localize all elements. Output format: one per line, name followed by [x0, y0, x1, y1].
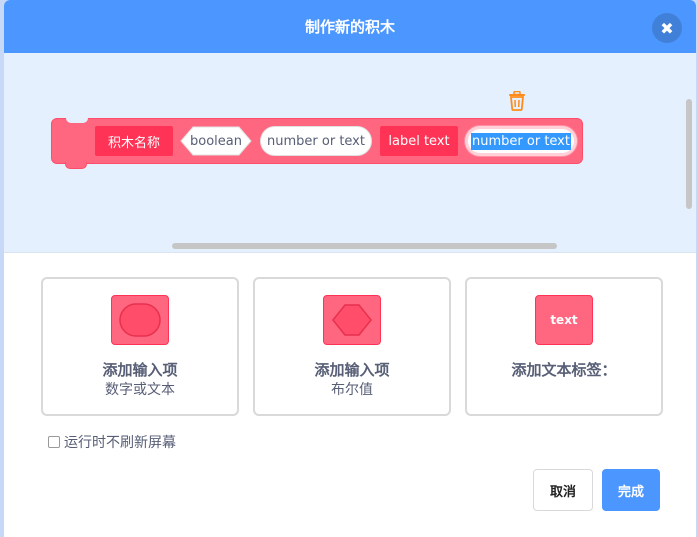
custom-block-preview: 积木名称 boolean number or text label text n…	[51, 118, 583, 169]
close-icon: ✖	[660, 18, 674, 38]
block-notch	[66, 118, 88, 123]
make-block-dialog: 制作新的积木 ✖ 积木名称 boolean number or text lab…	[4, 0, 696, 537]
ok-button[interactable]: 完成	[602, 469, 660, 511]
option-subtitle: 数字或文本	[105, 382, 175, 398]
option-title: 添加文本标签：	[511, 361, 617, 379]
horizontal-scrollbar[interactable]	[172, 243, 557, 249]
selected-input-text: number or text	[471, 132, 571, 150]
active-number-or-text-input[interactable]: number or text	[465, 126, 577, 156]
text-label-icon: text	[535, 295, 593, 345]
boolean-input-shape	[332, 304, 372, 336]
add-number-text-input-option[interactable]: 添加输入项 数字或文本	[41, 277, 239, 416]
label-text-field[interactable]: label text	[380, 126, 458, 156]
run-without-refresh-row[interactable]: 运行时不刷新屏幕	[48, 432, 176, 452]
option-title: 添加输入项	[102, 361, 178, 379]
number-or-text-label: number or text	[267, 133, 365, 149]
number-or-text-input[interactable]: number or text	[260, 126, 372, 156]
boolean-input-label: boolean	[190, 133, 242, 149]
boolean-input-icon	[323, 295, 381, 345]
add-text-label-option[interactable]: text 添加文本标签：	[465, 277, 663, 416]
run-without-refresh-checkbox[interactable]	[48, 436, 60, 448]
option-title: 添加输入项	[314, 361, 390, 379]
block-tab	[65, 162, 87, 169]
block-preview-workspace: 积木名称 boolean number or text label text n…	[4, 53, 696, 253]
add-boolean-input-option[interactable]: 添加输入项 布尔值	[253, 277, 451, 416]
vertical-scrollbar[interactable]	[686, 99, 692, 209]
run-without-refresh-label: 运行时不刷新屏幕	[64, 435, 176, 451]
option-subtitle: 布尔值	[331, 382, 373, 398]
add-options: 添加输入项 数字或文本 添加输入项 布尔值 text 添加文本标签：	[41, 277, 663, 416]
block-name-label[interactable]: 积木名称	[95, 126, 173, 156]
boolean-input-field[interactable]: boolean	[180, 126, 252, 156]
round-input-shape	[119, 303, 161, 337]
cancel-button[interactable]: 取消	[533, 469, 593, 511]
dialog-title: 制作新的积木	[304, 18, 395, 36]
text-label-icon-text: text	[550, 313, 578, 327]
trash-icon[interactable]	[508, 91, 526, 111]
close-button[interactable]: ✖	[652, 13, 682, 43]
round-input-icon	[111, 295, 169, 345]
dialog-header: 制作新的积木 ✖	[4, 0, 696, 53]
